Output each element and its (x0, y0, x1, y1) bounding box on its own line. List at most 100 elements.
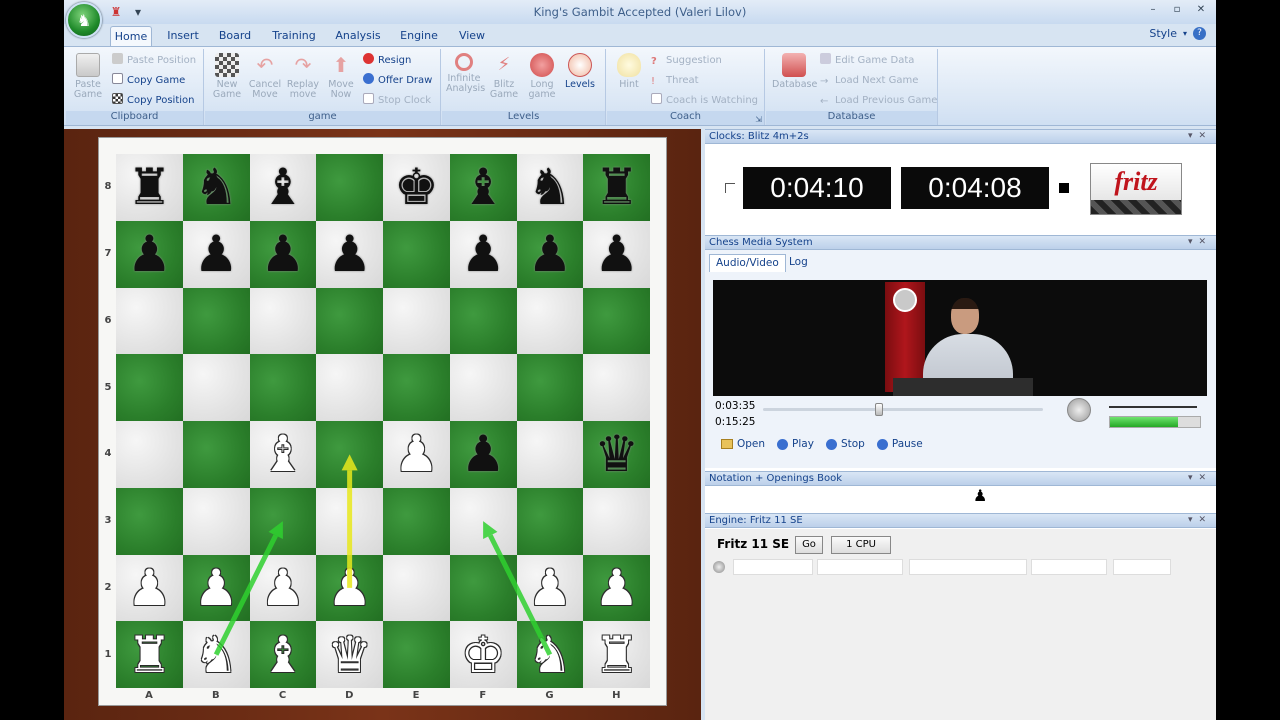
square-g1[interactable]: ♞ (516, 621, 584, 688)
square-e2[interactable] (383, 554, 450, 622)
engine-go-button[interactable]: Go (795, 536, 823, 554)
square-d1[interactable]: ♛ (316, 621, 383, 688)
black-pawn-icon[interactable]: ♟ (527, 229, 572, 279)
tab-audio-video[interactable]: Audio/Video (709, 254, 786, 272)
black-rook-icon[interactable]: ♜ (594, 162, 639, 212)
black-bishop-icon[interactable]: ♝ (461, 162, 506, 212)
white-king-icon[interactable]: ♚ (461, 630, 506, 680)
chessboard[interactable]: ♜ ♞ ♝ ♚ ♝ ♞ ♜ ♟ ♟ ♟ ♟ ♟ ♟ ♟ ♝ ♟ ♟ ♛ ♟ ♟ ♟ ♟ ♟ ♟ ♜ ♞ ♝ ♛ ♚ ♞ ♜ (116, 154, 650, 688)
play-button[interactable]: Play (773, 434, 818, 454)
square-h7[interactable]: ♟ (583, 220, 650, 288)
square-e4[interactable]: ♟ (383, 421, 450, 488)
resign-button[interactable]: Resign (363, 53, 411, 69)
black-pawn-icon[interactable]: ♟ (260, 229, 305, 279)
white-rook-icon[interactable]: ♜ (594, 630, 639, 680)
volume-slider[interactable] (1109, 400, 1197, 408)
white-pawn-icon[interactable]: ♟ (327, 563, 372, 613)
database-button[interactable]: Database (772, 53, 817, 90)
square-g5[interactable] (516, 354, 584, 421)
square-h5[interactable] (583, 354, 650, 421)
square-a1[interactable]: ♜ (116, 621, 183, 688)
black-pawn-icon[interactable]: ♟ (461, 429, 506, 479)
tab-analysis[interactable]: Analysis (332, 26, 384, 46)
black-pawn-icon[interactable]: ♟ (194, 229, 239, 279)
black-knight-icon[interactable]: ♞ (527, 162, 572, 212)
white-knight-icon[interactable]: ♞ (527, 630, 572, 680)
square-a4[interactable] (116, 421, 183, 488)
load-next-game-button[interactable]: → Load Next Game (820, 73, 918, 89)
square-h3[interactable] (583, 487, 650, 555)
square-g7[interactable]: ♟ (516, 220, 584, 288)
notation-panel[interactable]: ♟ (705, 486, 1216, 513)
speaker-icon[interactable] (1067, 398, 1091, 422)
square-f7[interactable]: ♟ (449, 220, 517, 288)
seek-thumb[interactable] (875, 403, 883, 416)
style-menu[interactable]: Style ▾ ? (1149, 27, 1206, 40)
white-pawn-icon[interactable]: ♟ (594, 563, 639, 613)
tab-engine[interactable]: Engine (396, 26, 442, 46)
square-f5[interactable] (449, 354, 517, 421)
square-e7[interactable] (383, 220, 450, 288)
square-d8[interactable] (316, 154, 383, 221)
black-bishop-icon[interactable]: ♝ (260, 162, 305, 212)
square-b8[interactable]: ♞ (182, 154, 250, 221)
paste-game-button[interactable]: Paste Game (70, 53, 106, 100)
panel-pin-close-icon[interactable]: ▾✕ (1188, 130, 1212, 143)
white-rook-icon[interactable]: ♜ (127, 630, 172, 680)
close-icon[interactable]: ✕ (1192, 3, 1210, 17)
video-player[interactable] (713, 280, 1207, 396)
square-e5[interactable] (383, 354, 450, 421)
square-h8[interactable]: ♜ (583, 154, 650, 221)
hint-button[interactable]: Hint (611, 53, 647, 90)
tab-insert[interactable]: Insert (160, 26, 206, 46)
square-a6[interactable] (116, 287, 183, 355)
copy-game-button[interactable]: Copy Game (112, 73, 185, 89)
seek-slider[interactable] (763, 403, 1043, 416)
square-c3[interactable] (249, 487, 317, 555)
square-b3[interactable] (182, 487, 250, 555)
panel-pin-close-icon[interactable]: ▾✕ (1188, 236, 1212, 249)
square-h6[interactable] (583, 287, 650, 355)
threat-button[interactable]: ! Threat (651, 73, 699, 89)
application-menu-icon[interactable]: ♞ (66, 2, 102, 38)
square-b4[interactable] (182, 421, 250, 488)
square-b6[interactable] (182, 287, 250, 355)
square-a3[interactable] (116, 487, 183, 555)
square-f3[interactable] (449, 487, 517, 555)
square-c7[interactable]: ♟ (249, 220, 317, 288)
square-d2[interactable]: ♟ (316, 554, 383, 622)
square-g2[interactable]: ♟ (516, 554, 584, 622)
square-h2[interactable]: ♟ (583, 554, 650, 622)
square-a8[interactable]: ♜ (116, 154, 183, 221)
square-c5[interactable] (249, 354, 317, 421)
square-e1[interactable] (383, 621, 450, 688)
cancel-move-button[interactable]: ↶ Cancel Move (247, 53, 283, 100)
tab-log[interactable]: Log (783, 254, 814, 272)
black-pawn-icon[interactable]: ♟ (127, 229, 172, 279)
black-queen-icon[interactable]: ♛ (594, 429, 639, 479)
square-c6[interactable] (249, 287, 317, 355)
help-icon[interactable]: ? (1193, 27, 1206, 40)
dialog-launcher-icon[interactable]: ⇲ (755, 115, 762, 124)
square-b1[interactable]: ♞ (182, 621, 250, 688)
square-c1[interactable]: ♝ (249, 621, 317, 688)
stop-clock-checkbox[interactable]: Stop Clock (363, 93, 431, 109)
square-h4[interactable]: ♛ (583, 421, 650, 488)
infinite-analysis-button[interactable]: Infinite Analysis (446, 53, 485, 94)
square-a7[interactable]: ♟ (116, 220, 183, 288)
move-now-button[interactable]: ⬆ Move Now (323, 53, 359, 100)
square-e6[interactable] (383, 287, 450, 355)
tab-board[interactable]: Board (214, 26, 256, 46)
edit-game-data-button[interactable]: Edit Game Data (820, 53, 914, 69)
replay-move-button[interactable]: ↷ Replay move (285, 53, 321, 100)
square-f2[interactable] (449, 554, 517, 622)
white-pawn-icon[interactable]: ♟ (127, 563, 172, 613)
stop-button[interactable]: Stop (822, 434, 869, 454)
black-knight-icon[interactable]: ♞ (194, 162, 239, 212)
long-game-button[interactable]: Long game (524, 53, 560, 100)
blitz-game-button[interactable]: ⚡ Blitz Game (486, 53, 522, 100)
square-b5[interactable] (182, 354, 250, 421)
white-pawn-icon[interactable]: ♟ (394, 429, 439, 479)
square-d4[interactable] (316, 421, 383, 488)
panel-pin-close-icon[interactable]: ▾✕ (1188, 472, 1212, 485)
